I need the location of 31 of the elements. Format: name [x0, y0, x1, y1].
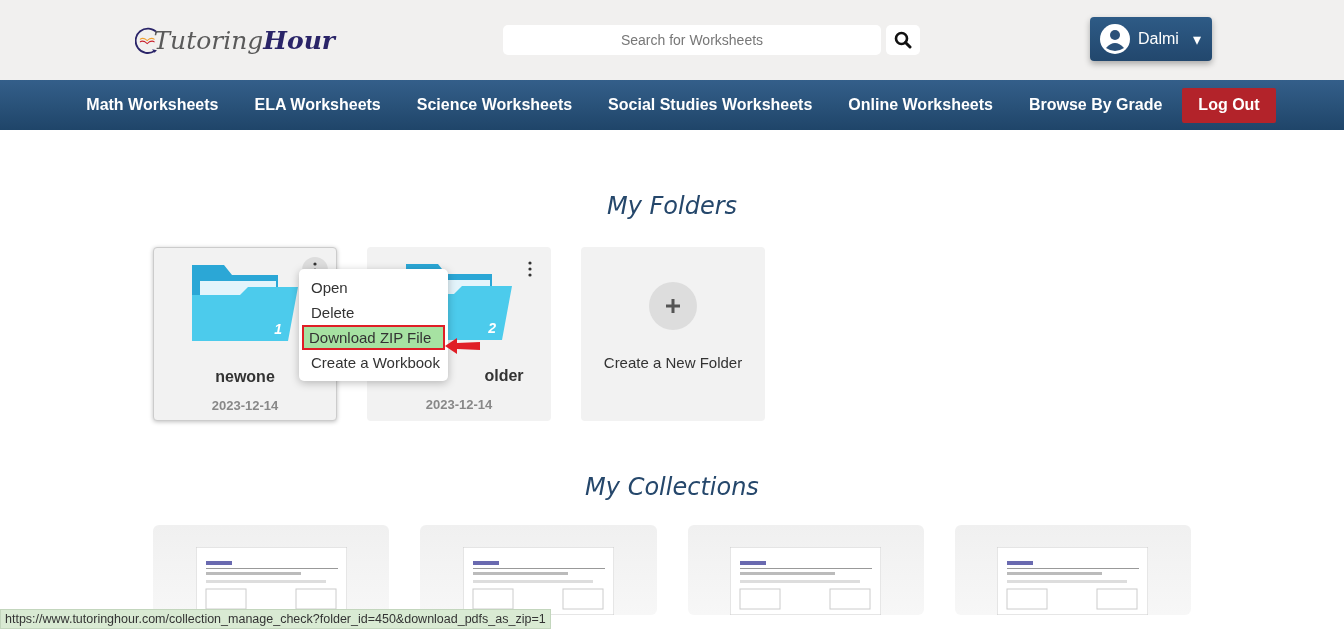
folder-card[interactable]: Create a New Folder: [581, 247, 765, 421]
section-title: My Folders: [606, 192, 738, 220]
menu-item[interactable]: Download ZIP File: [302, 325, 445, 350]
folder-count: 2: [488, 320, 496, 336]
collection-card[interactable]: [954, 525, 1191, 615]
folder-name: newone: [215, 368, 275, 386]
create-folder-label: Create a New Folder: [603, 354, 743, 371]
section-title: My Collections: [585, 473, 759, 501]
folder-name: older: [483, 367, 524, 385]
user-avatar-icon: [1100, 24, 1130, 54]
arrow-annotation: [445, 337, 481, 355]
search-icon: [894, 31, 912, 49]
user-menu-button[interactable]: Dalmi ▾: [1090, 17, 1212, 61]
nav-link[interactable]: Social Studies Worksheets: [590, 96, 831, 114]
search-field[interactable]: Search for Worksheets: [503, 25, 881, 55]
search-button[interactable]: [886, 25, 920, 55]
plus-icon: [649, 282, 697, 330]
nav-link[interactable]: Browse By Grade: [1010, 96, 1181, 114]
folder-count: 1: [274, 321, 282, 337]
nav-link[interactable]: ELA Worksheets: [236, 96, 399, 114]
folder-date: 2023-12-14: [211, 398, 279, 413]
logout-button[interactable]: Log Out: [1182, 87, 1276, 123]
folder-date: 2023-12-14: [425, 397, 493, 412]
url-tooltip: https://www.tutoringhour.com/collection_manage_check?folder_id=450&download_pdfs_as_zip=1: [0, 609, 551, 629]
folder-icon: [192, 265, 298, 341]
nav-link[interactable]: Online Worksheets: [830, 96, 1011, 114]
nav-link[interactable]: Math Worksheets: [68, 96, 237, 114]
collection-card[interactable]: [420, 525, 657, 615]
logo[interactable]: TutoringHour: [135, 14, 335, 66]
collection-card[interactable]: [687, 525, 924, 615]
nav-link[interactable]: Science Worksheets: [398, 96, 591, 114]
